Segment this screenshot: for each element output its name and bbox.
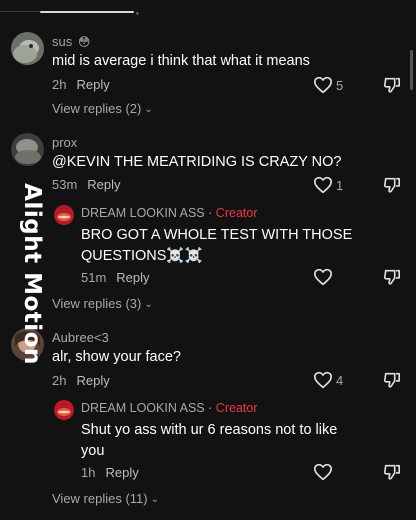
creator-avatar[interactable] <box>54 400 74 420</box>
comment-author[interactable]: Aubree<3 <box>52 330 109 345</box>
reply-time: 51m <box>81 270 107 285</box>
comment-time: 2h <box>52 373 67 388</box>
view-replies-button[interactable]: View replies (3) ⌄ <box>52 296 153 311</box>
comment-meta: 2h Reply <box>52 77 110 92</box>
like-count: 4 <box>336 373 344 388</box>
creator-badge: Creator <box>215 206 258 220</box>
chevron-down-icon: ⌄ <box>144 104 153 115</box>
heart-outline-icon[interactable] <box>313 371 333 389</box>
avatar[interactable] <box>11 32 44 65</box>
reply-text-line: QUESTIONS☠️☠️ <box>81 248 203 264</box>
creator-badge: Creator <box>215 401 258 415</box>
thumbs-down-icon[interactable] <box>383 463 401 481</box>
divider <box>0 11 40 12</box>
view-replies-label: View replies (3) <box>52 296 142 311</box>
view-replies-button[interactable]: View replies (11) ⌄ <box>52 491 159 506</box>
creator-avatar[interactable] <box>54 205 74 225</box>
comment-meta: 2h Reply <box>52 373 110 388</box>
comment-time: 53m <box>52 177 78 192</box>
comment-text: @KEVIN THE MEATRIDING IS CRAZY NO? <box>52 154 342 170</box>
thumbs-down-icon[interactable] <box>383 176 401 194</box>
comment-meta: 53m Reply <box>52 177 121 192</box>
watermark: Alight Motion <box>14 168 50 380</box>
reply-author[interactable]: DREAM LOOKIN ASS · Creator <box>81 401 257 415</box>
author-name: sus <box>52 34 73 49</box>
thumbs-down-icon[interactable] <box>383 76 401 94</box>
view-replies-label: View replies (2) <box>52 101 142 116</box>
separator: · <box>208 401 213 415</box>
top-edge: • <box>0 0 416 18</box>
comment-time: 2h <box>52 77 67 92</box>
avatar[interactable] <box>11 133 44 166</box>
comment-text: mid is average i think that what it mean… <box>52 53 310 69</box>
separator: · <box>208 206 213 220</box>
reply-text-line: BRO GOT A WHOLE TEST WITH THOSE <box>81 227 353 243</box>
author-name: DREAM LOOKIN ASS <box>81 206 205 220</box>
reply-meta: 1h Reply <box>81 465 139 480</box>
like-count: 5 <box>336 78 344 93</box>
reply-text-line: Shut yo ass with ur 6 reasons not to lik… <box>81 422 338 438</box>
reply-meta: 51m Reply <box>81 270 150 285</box>
heart-outline-icon[interactable] <box>313 176 333 194</box>
author-name: DREAM LOOKIN ASS <box>81 401 205 415</box>
heart-outline-icon[interactable] <box>313 268 333 286</box>
comment-author[interactable]: sus 😳 <box>52 34 90 49</box>
reply-text-line: you <box>81 443 105 459</box>
reply-button[interactable]: Reply <box>116 270 149 285</box>
drag-indicator[interactable] <box>40 11 134 13</box>
like-count: 1 <box>336 178 344 193</box>
reply-text: BRO GOT A WHOLE TEST WITH THOSE QUESTION… <box>81 225 352 267</box>
view-replies-button[interactable]: View replies (2) ⌄ <box>52 101 153 116</box>
reply-button[interactable]: Reply <box>87 177 120 192</box>
reply-time: 1h <box>81 465 96 480</box>
reply-button[interactable]: Reply <box>76 373 109 388</box>
chevron-down-icon: ⌄ <box>150 494 160 505</box>
comment-author[interactable]: prox <box>52 135 77 150</box>
reply-button[interactable]: Reply <box>105 465 138 480</box>
reply-text: Shut yo ass with ur 6 reasons not to lik… <box>81 420 337 462</box>
reply-button[interactable]: Reply <box>76 77 109 92</box>
scrollbar[interactable] <box>410 50 413 90</box>
comment-text: alr, show your face? <box>52 349 181 365</box>
view-replies-label: View replies (11) <box>52 491 148 506</box>
thumbs-down-icon[interactable] <box>383 371 401 389</box>
chevron-down-icon: ⌄ <box>144 299 153 310</box>
heart-outline-icon[interactable] <box>313 76 333 94</box>
flushed-emoji: 😳 <box>77 35 91 49</box>
watermark-text: Alight Motion <box>19 183 45 365</box>
dot: • <box>136 9 139 18</box>
thumbs-down-icon[interactable] <box>383 268 401 286</box>
heart-outline-icon[interactable] <box>313 463 333 481</box>
reply-author[interactable]: DREAM LOOKIN ASS · Creator <box>81 206 257 220</box>
